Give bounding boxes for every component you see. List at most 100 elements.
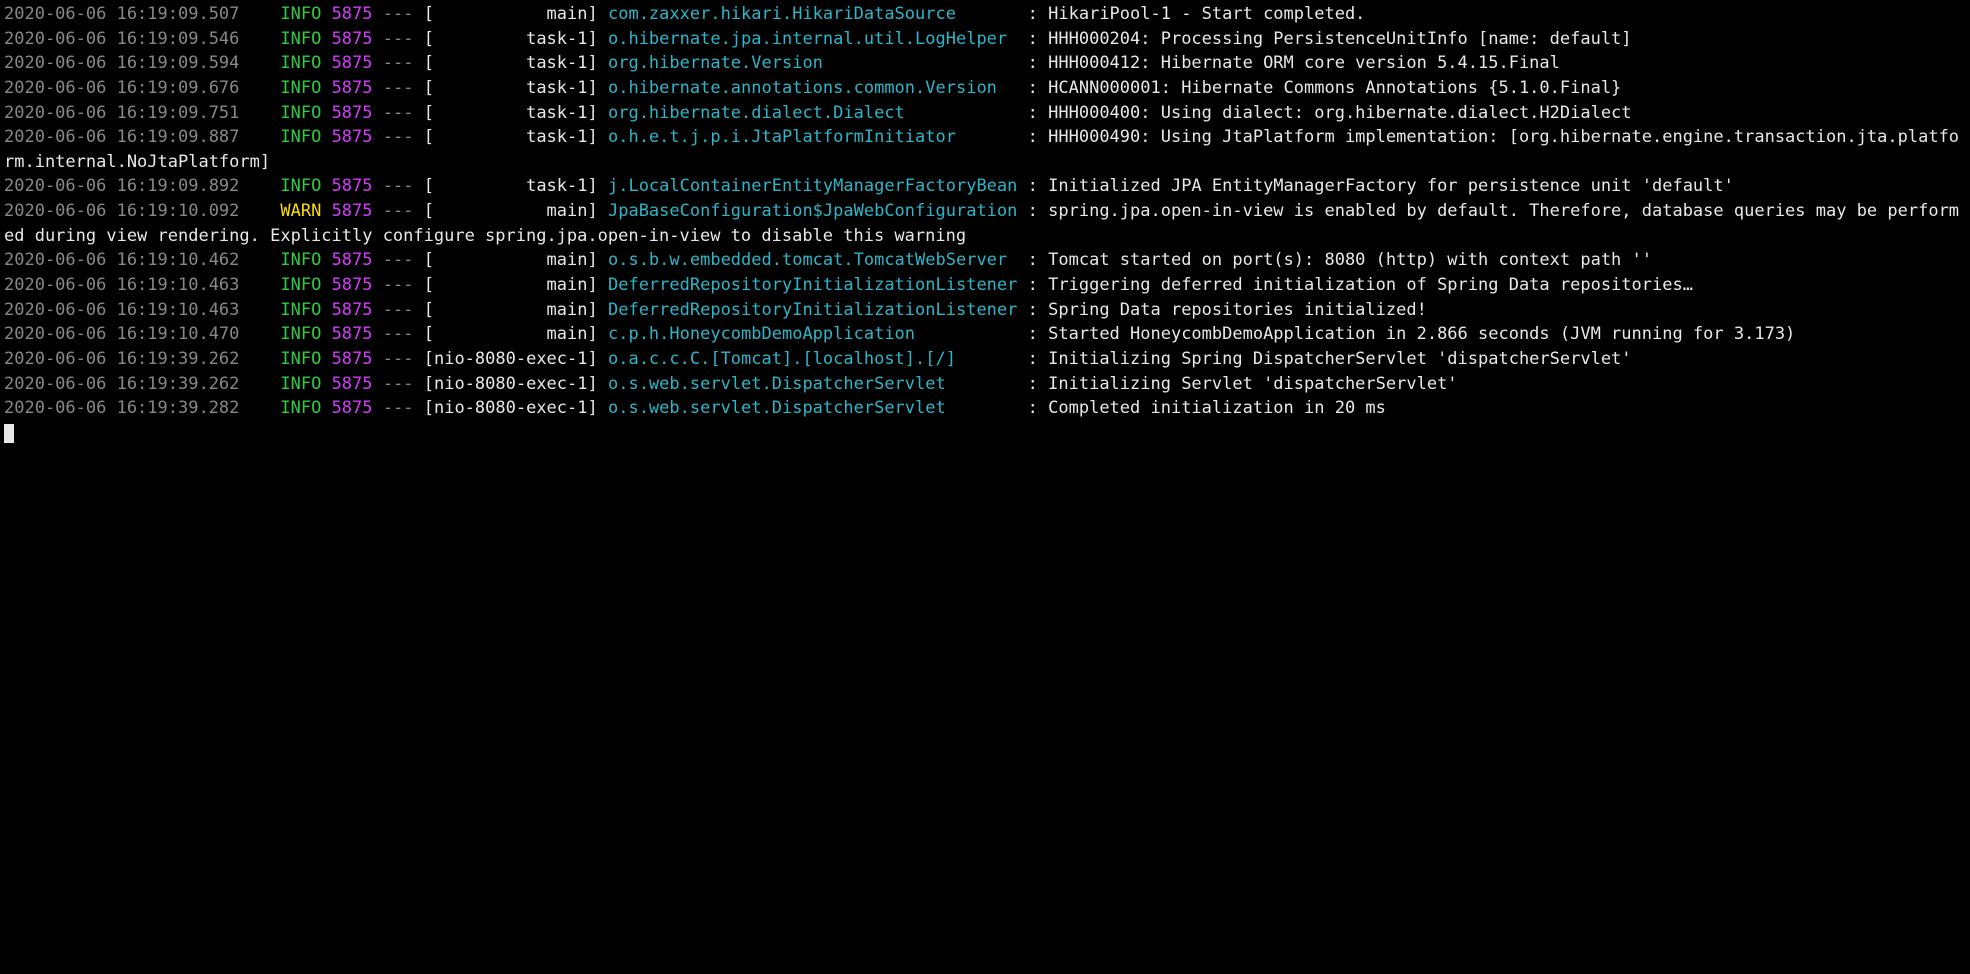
log-thread: [ task-1] (424, 53, 598, 73)
log-message: Started HoneycombDemoApplication in 2.86… (1048, 324, 1795, 344)
log-thread: [ task-1] (424, 103, 598, 123)
log-colon: : (1028, 250, 1038, 270)
log-line: 2020-06-06 16:19:39.262 INFO 5875 --- [n… (4, 374, 1458, 394)
log-thread: [nio-8080-exec-1] (424, 349, 598, 369)
log-line: 2020-06-06 16:19:10.463 INFO 5875 --- [ … (4, 300, 1427, 320)
log-timestamp: 2020-06-06 16:19:09.676 (4, 78, 250, 98)
log-colon: : (1028, 103, 1038, 123)
log-timestamp: 2020-06-06 16:19:10.092 (4, 201, 250, 221)
log-timestamp: 2020-06-06 16:19:10.462 (4, 250, 250, 270)
log-pid: 5875 (332, 275, 373, 295)
log-timestamp: 2020-06-06 16:19:39.282 (4, 398, 250, 418)
log-line: 2020-06-06 16:19:09.751 INFO 5875 --- [ … (4, 103, 1632, 123)
terminal-cursor-icon (4, 424, 14, 443)
terminal-log-output[interactable]: 2020-06-06 16:19:09.507 INFO 5875 --- [ … (0, 0, 1970, 448)
log-timestamp: 2020-06-06 16:19:10.463 (4, 275, 250, 295)
log-level: INFO (270, 349, 321, 369)
log-colon: : (1028, 275, 1038, 295)
log-line: 2020-06-06 16:19:10.470 INFO 5875 --- [ … (4, 324, 1795, 344)
log-separator: --- (383, 127, 414, 147)
log-level: INFO (270, 398, 321, 418)
log-pid: 5875 (332, 374, 373, 394)
log-thread: [ main] (424, 300, 598, 320)
log-timestamp: 2020-06-06 16:19:09.507 (4, 4, 250, 24)
log-line: 2020-06-06 16:19:09.676 INFO 5875 --- [ … (4, 78, 1621, 98)
log-pid: 5875 (332, 176, 373, 196)
log-pid: 5875 (332, 250, 373, 270)
log-colon: : (1028, 4, 1038, 24)
log-logger: o.hibernate.jpa.internal.util.LogHelper (608, 29, 1017, 49)
log-colon: : (1028, 300, 1038, 320)
log-colon: : (1028, 29, 1038, 49)
log-thread: [ task-1] (424, 176, 598, 196)
log-separator: --- (383, 53, 414, 73)
log-timestamp: 2020-06-06 16:19:09.546 (4, 29, 250, 49)
log-message: Initialized JPA EntityManagerFactory for… (1048, 176, 1734, 196)
log-thread: [ main] (424, 324, 598, 344)
log-message: HHH000400: Using dialect: org.hibernate.… (1048, 103, 1631, 123)
log-level: INFO (270, 250, 321, 270)
log-pid: 5875 (332, 4, 373, 24)
log-logger: o.s.b.w.embedded.tomcat.TomcatWebServer (608, 250, 1017, 270)
log-timestamp: 2020-06-06 16:19:39.262 (4, 374, 250, 394)
log-level: INFO (270, 324, 321, 344)
log-separator: --- (383, 250, 414, 270)
log-level: INFO (270, 4, 321, 24)
log-level: INFO (270, 374, 321, 394)
log-timestamp: 2020-06-06 16:19:09.887 (4, 127, 250, 147)
log-timestamp: 2020-06-06 16:19:09.751 (4, 103, 250, 123)
log-level: INFO (270, 29, 321, 49)
log-thread: [nio-8080-exec-1] (424, 398, 598, 418)
log-colon: : (1028, 53, 1038, 73)
log-message: Initializing Servlet 'dispatcherServlet' (1048, 374, 1457, 394)
log-level: INFO (270, 127, 321, 147)
log-line: 2020-06-06 16:19:09.546 INFO 5875 --- [ … (4, 29, 1632, 49)
log-separator: --- (383, 300, 414, 320)
log-colon: : (1028, 176, 1038, 196)
log-separator: --- (383, 201, 414, 221)
log-thread: [ main] (424, 4, 598, 24)
log-separator: --- (383, 29, 414, 49)
log-line: 2020-06-06 16:19:39.262 INFO 5875 --- [n… (4, 349, 1632, 369)
log-thread: [ main] (424, 250, 598, 270)
log-separator: --- (383, 324, 414, 344)
log-logger: JpaBaseConfiguration$JpaWebConfiguration (608, 201, 1017, 221)
log-pid: 5875 (332, 300, 373, 320)
log-thread: [ main] (424, 201, 598, 221)
log-pid: 5875 (332, 127, 373, 147)
log-logger: c.p.h.HoneycombDemoApplication (608, 324, 1017, 344)
log-line: 2020-06-06 16:19:09.507 INFO 5875 --- [ … (4, 4, 1365, 24)
log-separator: --- (383, 103, 414, 123)
log-pid: 5875 (332, 201, 373, 221)
log-logger: DeferredRepositoryInitializationListener (608, 275, 1017, 295)
log-thread: [nio-8080-exec-1] (424, 374, 598, 394)
log-thread: [ main] (424, 275, 598, 295)
log-line: 2020-06-06 16:19:10.092 WARN 5875 --- [ … (4, 201, 1959, 246)
log-separator: --- (383, 4, 414, 24)
log-logger: DeferredRepositoryInitializationListener (608, 300, 1017, 320)
log-pid: 5875 (332, 398, 373, 418)
log-level: WARN (270, 201, 321, 221)
log-level: INFO (270, 176, 321, 196)
log-colon: : (1028, 127, 1038, 147)
log-line: 2020-06-06 16:19:09.594 INFO 5875 --- [ … (4, 53, 1560, 73)
log-separator: --- (383, 78, 414, 98)
log-thread: [ task-1] (424, 29, 598, 49)
log-logger: o.h.e.t.j.p.i.JtaPlatformInitiator (608, 127, 1017, 147)
log-pid: 5875 (332, 349, 373, 369)
log-message: HHH000412: Hibernate ORM core version 5.… (1048, 53, 1560, 73)
log-timestamp: 2020-06-06 16:19:09.594 (4, 53, 250, 73)
log-timestamp: 2020-06-06 16:19:09.892 (4, 176, 250, 196)
log-line: 2020-06-06 16:19:09.892 INFO 5875 --- [ … (4, 176, 1734, 196)
log-colon: : (1028, 398, 1038, 418)
log-logger: com.zaxxer.hikari.HikariDataSource (608, 4, 1017, 24)
log-colon: : (1028, 349, 1038, 369)
log-message: Spring Data repositories initialized! (1048, 300, 1427, 320)
log-level: INFO (270, 300, 321, 320)
log-colon: : (1028, 201, 1038, 221)
log-message: HHH000204: Processing PersistenceUnitInf… (1048, 29, 1631, 49)
log-separator: --- (383, 275, 414, 295)
log-timestamp: 2020-06-06 16:19:39.262 (4, 349, 250, 369)
log-line: 2020-06-06 16:19:09.887 INFO 5875 --- [ … (4, 127, 1959, 172)
log-logger: org.hibernate.dialect.Dialect (608, 103, 1017, 123)
